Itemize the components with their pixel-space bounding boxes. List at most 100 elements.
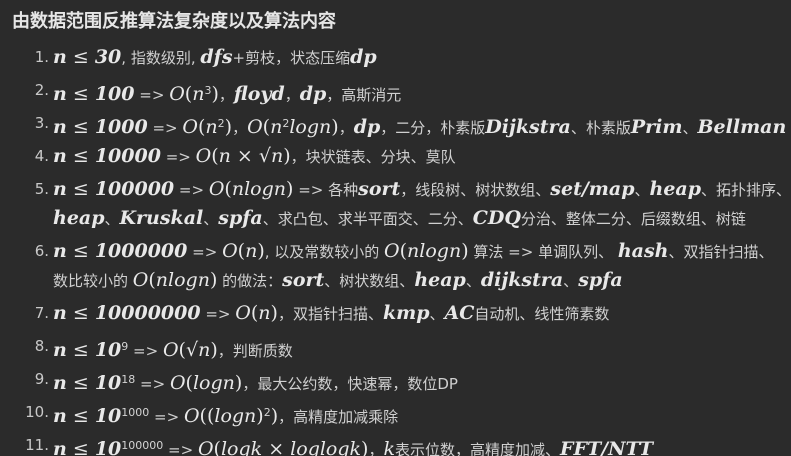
math-segment: 100000: [121, 439, 164, 452]
math-segment: 10000000: [94, 302, 201, 324]
list-item-number: 7.: [34, 304, 49, 322]
text-segment: 数比较小的: [53, 272, 133, 290]
math-segment: (: [211, 145, 219, 167]
math-segment: O: [182, 116, 198, 138]
text-segment: 、树状数组、: [324, 272, 415, 290]
math-segment: O: [169, 372, 186, 394]
math-segment: O: [169, 83, 185, 105]
list-item-text: n ≤ 1000000 => O(n), 以及常数较小的 O(nlogn) 算法…: [53, 238, 774, 266]
math-segment: dp: [350, 46, 377, 68]
text-segment: =>: [200, 305, 236, 323]
math-segment: CDQ: [472, 207, 521, 229]
math-segment: 1000000: [94, 240, 188, 262]
list-item-text: n ≤ 109 => O(√n)，判断质数: [53, 333, 293, 365]
text-segment: ，: [338, 119, 354, 137]
list-item: 2. n ≤ 100 => O(n3)，floyd，dp，高斯消元: [0, 77, 791, 110]
math-segment: n: [53, 302, 67, 324]
math-segment: ): [224, 116, 233, 138]
text-segment: 自动机、线性筛素数: [474, 305, 610, 323]
math-segment: nlogn: [231, 178, 286, 200]
math-segment: × √: [230, 145, 271, 167]
math-segment: ): [257, 240, 265, 262]
math-segment: n: [198, 339, 211, 361]
text-segment: =>: [187, 243, 223, 261]
math-segment: ≤: [66, 178, 95, 200]
list-item-number: 3.: [34, 114, 49, 132]
math-segment: n: [270, 116, 283, 138]
math-segment: (: [237, 240, 246, 262]
list-item: 9. n ≤ 1018 => O(logn)，最大公约数，快速幂，数位DP: [0, 366, 791, 399]
math-segment: dfs: [200, 46, 233, 68]
math-segment: ): [256, 405, 264, 427]
math-segment: (√: [178, 339, 199, 361]
page-title: 由数据范围反推算法复杂度以及算法内容: [12, 11, 336, 32]
math-segment: 30: [94, 46, 122, 68]
math-segment: 2: [217, 117, 225, 130]
list-item: 11. n ≤ 10100000 => O(logk × loglogk)，k表示…: [0, 432, 791, 456]
math-segment: floyd: [233, 83, 285, 105]
math-segment: ): [461, 240, 469, 262]
text-segment: 分治、整体二分、后缀数组、树链: [520, 210, 746, 228]
math-segment: 100: [94, 83, 135, 105]
text-segment: 、朴素版: [570, 119, 631, 137]
list-item-number: 4.: [34, 147, 49, 165]
text-segment: 、拓扑排序、: [701, 181, 791, 199]
list-item-text: n ≤ 1000 => O(n2)，O(n2logn)，dp，二分，朴素版Dij…: [53, 110, 786, 142]
math-segment: Prim: [630, 116, 683, 138]
math-segment: O: [208, 178, 225, 200]
text-segment: 的做法：: [217, 272, 283, 290]
math-segment: Dijkstra: [485, 116, 571, 138]
list-item-text-continued: 数比较小的 O(nlogn) 的做法：sort、树状数组、heap、dijkst…: [53, 267, 623, 295]
text-segment: 、: [465, 272, 481, 290]
list-item-number: 10.: [25, 403, 49, 421]
math-segment: ≤: [66, 145, 95, 167]
text-segment: =>: [128, 342, 163, 360]
text-segment: ，: [218, 86, 234, 104]
math-segment: ×: [262, 438, 291, 456]
math-segment: dp: [299, 83, 327, 105]
math-segment: n: [53, 438, 67, 456]
math-segment: 2: [263, 406, 271, 419]
math-segment: n: [270, 145, 284, 167]
text-segment: 、: [682, 119, 698, 137]
text-segment: =>: [174, 181, 209, 199]
text-segment: , 指数级别,: [121, 49, 201, 67]
math-segment: n: [53, 83, 67, 105]
math-segment: FFT/NTT: [560, 438, 654, 456]
math-segment: (: [399, 240, 408, 262]
math-segment: ≤: [66, 339, 95, 361]
list-item: 5. n ≤ 100000 => O(nlogn) => 各种sort，线段树、树…: [0, 176, 791, 238]
math-segment: hash: [617, 240, 669, 262]
math-segment: ≤: [66, 438, 95, 456]
math-segment: 10: [94, 405, 122, 427]
text-segment: ，: [284, 86, 300, 104]
list-item-number: 8.: [34, 337, 49, 355]
math-segment: ≤: [66, 46, 95, 68]
math-segment: O: [197, 438, 214, 456]
math-segment: spfa: [578, 269, 623, 291]
list-item: 7. n ≤ 10000000 => O(n)，双指针扫描、kmp、AC自动机、线…: [0, 300, 791, 333]
math-segment: O: [162, 339, 179, 361]
text-segment: ，: [368, 441, 384, 456]
math-segment: (: [262, 116, 271, 138]
list-item: 10. n ≤ 101000 => O((logn)2)，高精度加减乘除: [0, 399, 791, 432]
math-segment: ≤: [66, 405, 95, 427]
list-item-text: n ≤ 10100000 => O(logk × loglogk)，k表示位数，…: [53, 432, 653, 456]
math-segment: n: [53, 405, 67, 427]
math-segment: logn: [214, 405, 257, 427]
math-segment: sort: [358, 178, 401, 200]
math-segment: O: [183, 405, 200, 427]
list-item-text: n ≤ 10000000 => O(n)，双指针扫描、kmp、AC自动机、线性筛…: [53, 300, 609, 328]
text-segment: ，高精度加减乘除: [278, 408, 399, 426]
math-segment: ): [270, 302, 278, 324]
math-segment: ≤: [66, 240, 95, 262]
list-item-text: n ≤ 10000 => O(n × √n)，块状链表、分块、莫队: [53, 143, 456, 171]
text-segment: =>: [508, 243, 539, 261]
math-segment: (: [148, 269, 156, 291]
list-item: 3. n ≤ 1000 => O(n2)，O(n2logn)，dp，二分，朴素版D…: [0, 110, 791, 143]
text-segment: =>: [293, 181, 329, 199]
math-segment: 10000: [94, 145, 161, 167]
math-segment: (: [185, 372, 193, 394]
math-segment: logk: [220, 438, 263, 456]
text-segment: =>: [163, 441, 198, 456]
